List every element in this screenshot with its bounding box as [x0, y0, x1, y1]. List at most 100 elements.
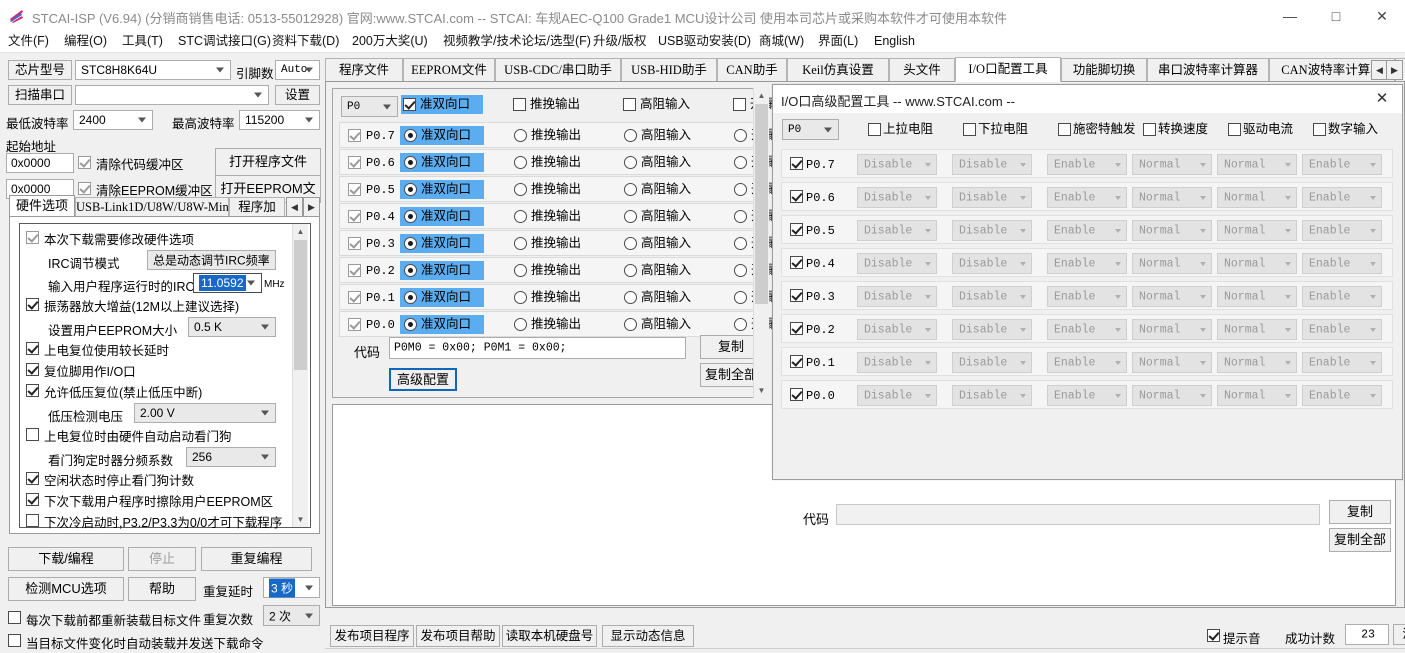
hw-option-checkbox-7[interactable]: [26, 384, 39, 397]
dialog-pin-select-2[interactable]: Enable: [1047, 154, 1127, 175]
menu-item-7[interactable]: 升级/版权: [593, 32, 646, 50]
io-pin-mode-radio-2[interactable]: [624, 183, 637, 196]
io-pin-row[interactable]: P0.3准双向口推挽输出高阻输入开漏输出: [339, 230, 801, 256]
dialog-port-select[interactable]: P0: [782, 119, 839, 140]
dialog-pin-row[interactable]: P0.3 Disable Disable Enable Normal Normal Enab…: [781, 281, 1393, 310]
dialog-pin-enable-checkbox[interactable]: [790, 256, 803, 269]
menu-item-10[interactable]: 界面(L): [818, 32, 858, 50]
main-tab-1[interactable]: EEPROM文件: [403, 58, 495, 82]
hw-option-row-3[interactable]: 振荡器放大增益(12M以上建议选择): [26, 296, 239, 315]
scroll-up-icon[interactable]: ▲: [293, 224, 308, 239]
menu-item-5[interactable]: 200万大奖(U): [352, 32, 428, 50]
io-pin-mode-radio-0[interactable]: [404, 129, 417, 142]
io-pin-mode-radio-3[interactable]: [734, 291, 747, 304]
dialog-pin-select-2[interactable]: Enable: [1047, 319, 1127, 340]
main-tab-4[interactable]: CAN助手: [717, 58, 787, 82]
read-disk-id-button[interactable]: 读取本机硬盘号: [502, 625, 597, 647]
dialog-pin-select-4[interactable]: Normal: [1217, 253, 1297, 274]
dialog-pin-select-5[interactable]: Enable: [1302, 352, 1382, 373]
io-pin-enable-checkbox[interactable]: [348, 210, 361, 223]
dialog-pin-select-5[interactable]: Enable: [1302, 286, 1382, 307]
dialog-close-button[interactable]: ✕: [1362, 85, 1402, 113]
scan-port-button[interactable]: 扫描串口: [8, 85, 72, 105]
main-tab-0[interactable]: 程序文件: [325, 58, 403, 82]
io-pin-mode-radio-0[interactable]: [404, 183, 417, 196]
maximize-button[interactable]: □: [1313, 0, 1359, 32]
dialog-pin-select-1[interactable]: Disable: [952, 154, 1032, 175]
io-pin-mode-radio-2[interactable]: [624, 318, 637, 331]
dialog-pin-select-4[interactable]: Normal: [1217, 319, 1297, 340]
dialog-pin-select-4[interactable]: Normal: [1217, 220, 1297, 241]
dialog-column-checkbox-4[interactable]: [1228, 123, 1241, 136]
dialog-pin-select-1[interactable]: Disable: [952, 187, 1032, 208]
repeat-program-button[interactable]: 重复编程: [201, 547, 312, 571]
dialog-pin-select-4[interactable]: Normal: [1217, 187, 1297, 208]
reload-before-download-checkbox[interactable]: [8, 611, 21, 624]
minimize-button[interactable]: —: [1267, 0, 1313, 32]
dialog-pin-row[interactable]: P0.4 Disable Disable Enable Normal Normal Enab…: [781, 248, 1393, 277]
dialog-pin-enable-checkbox[interactable]: [790, 223, 803, 236]
io-pin-row[interactable]: P0.2准双向口推挽输出高阻输入开漏输出: [339, 257, 801, 283]
dialog-pin-enable-checkbox[interactable]: [790, 355, 803, 368]
main-tab-2[interactable]: USB-CDC/串口助手: [495, 58, 621, 82]
clear-count-button[interactable]: 清零: [1393, 624, 1405, 645]
dialog-pin-select-5[interactable]: Enable: [1302, 187, 1382, 208]
dialog-pin-row[interactable]: P0.2 Disable Disable Enable Normal Normal Enab…: [781, 314, 1393, 343]
detect-mcu-options-button[interactable]: 检测MCU选项: [8, 577, 124, 601]
dialog-column-checkbox-3[interactable]: [1143, 123, 1156, 136]
dialog-pin-select-4[interactable]: Normal: [1217, 286, 1297, 307]
dialog-pin-select-3[interactable]: Normal: [1132, 220, 1212, 241]
dialog-pin-row[interactable]: P0.0 Disable Disable Enable Normal Normal Enab…: [781, 380, 1393, 409]
io-header-checkbox-0[interactable]: [403, 98, 416, 111]
min-baud-select[interactable]: 2400: [73, 110, 153, 130]
menu-item-4[interactable]: 资料下载(D): [272, 32, 339, 50]
dialog-pin-select-3[interactable]: Normal: [1132, 385, 1212, 406]
main-tab-6[interactable]: 头文件: [889, 58, 955, 82]
dialog-pin-select-0[interactable]: Disable: [857, 352, 937, 373]
dialog-column-checkbox-1[interactable]: [963, 123, 976, 136]
io-pin-mode-radio-3[interactable]: [734, 264, 747, 277]
dialog-pin-row[interactable]: P0.5 Disable Disable Enable Normal Normal Enab…: [781, 215, 1393, 244]
chip-model-button[interactable]: 芯片型号: [8, 60, 72, 80]
io-pin-mode-radio-0[interactable]: [404, 237, 417, 250]
dialog-pin-select-2[interactable]: Enable: [1047, 253, 1127, 274]
reload-before-download-row[interactable]: 每次下载前都重新装载目标文件: [8, 610, 201, 629]
io-pin-mode-radio-0[interactable]: [404, 318, 417, 331]
io-pin-mode-radio-1[interactable]: [514, 183, 527, 196]
io-pin-mode-radio-0[interactable]: [404, 210, 417, 223]
dialog-pin-select-5[interactable]: Enable: [1302, 385, 1382, 406]
dialog-pin-select-0[interactable]: Disable: [857, 154, 937, 175]
dialog-column-checkbox-0[interactable]: [868, 123, 881, 136]
repeat-delay-select[interactable]: 3 秒: [263, 577, 320, 598]
tab-hardware-options[interactable]: 硬件选项: [9, 195, 75, 217]
main-tab-9[interactable]: 串口波特率计算器: [1147, 58, 1269, 82]
dialog-pin-row[interactable]: P0.6 Disable Disable Enable Normal Normal Enab…: [781, 182, 1393, 211]
dialog-pin-enable-checkbox[interactable]: [790, 289, 803, 302]
publish-project-program-button[interactable]: 发布项目程序: [330, 625, 414, 647]
dialog-pin-select-3[interactable]: Normal: [1132, 154, 1212, 175]
dialog-pin-select-2[interactable]: Enable: [1047, 352, 1127, 373]
io-pin-enable-checkbox[interactable]: [348, 183, 361, 196]
chip-model-select[interactable]: STC8H8K64U: [75, 60, 231, 80]
hw-option-checkbox-3[interactable]: [26, 298, 39, 311]
io-pin-mode-radio-1[interactable]: [514, 210, 527, 223]
io-pin-mode-radio-1[interactable]: [514, 291, 527, 304]
menu-item-8[interactable]: USB驱动安装(D): [658, 32, 751, 50]
hw-option-checkbox-6[interactable]: [26, 363, 39, 376]
hw-option-select-1[interactable]: 总是动态调节IRC频率: [147, 250, 276, 270]
io-pin-mode-radio-0[interactable]: [404, 291, 417, 304]
main-tab-next-button[interactable]: ▶: [1386, 60, 1403, 80]
menu-item-3[interactable]: STC调试接口(G): [178, 32, 271, 50]
publish-project-help-button[interactable]: 发布项目帮助: [416, 625, 500, 647]
io-pin-mode-radio-0[interactable]: [404, 264, 417, 277]
io-pin-mode-radio-3[interactable]: [734, 210, 747, 223]
menu-item-11[interactable]: English: [874, 32, 915, 50]
code-start-address-input[interactable]: 0x0000: [6, 153, 74, 173]
dialog-copy-button[interactable]: 复制: [1329, 500, 1391, 524]
io-pin-mode-radio-2[interactable]: [624, 210, 637, 223]
menu-item-6[interactable]: 视频教学/技术论坛/选型(F): [443, 32, 591, 50]
io-pin-mode-radio-3[interactable]: [734, 237, 747, 250]
io-pin-mode-radio-0[interactable]: [404, 156, 417, 169]
dialog-pin-select-2[interactable]: Enable: [1047, 286, 1127, 307]
hw-option-row-5[interactable]: 上电复位使用较长延时: [26, 340, 169, 359]
